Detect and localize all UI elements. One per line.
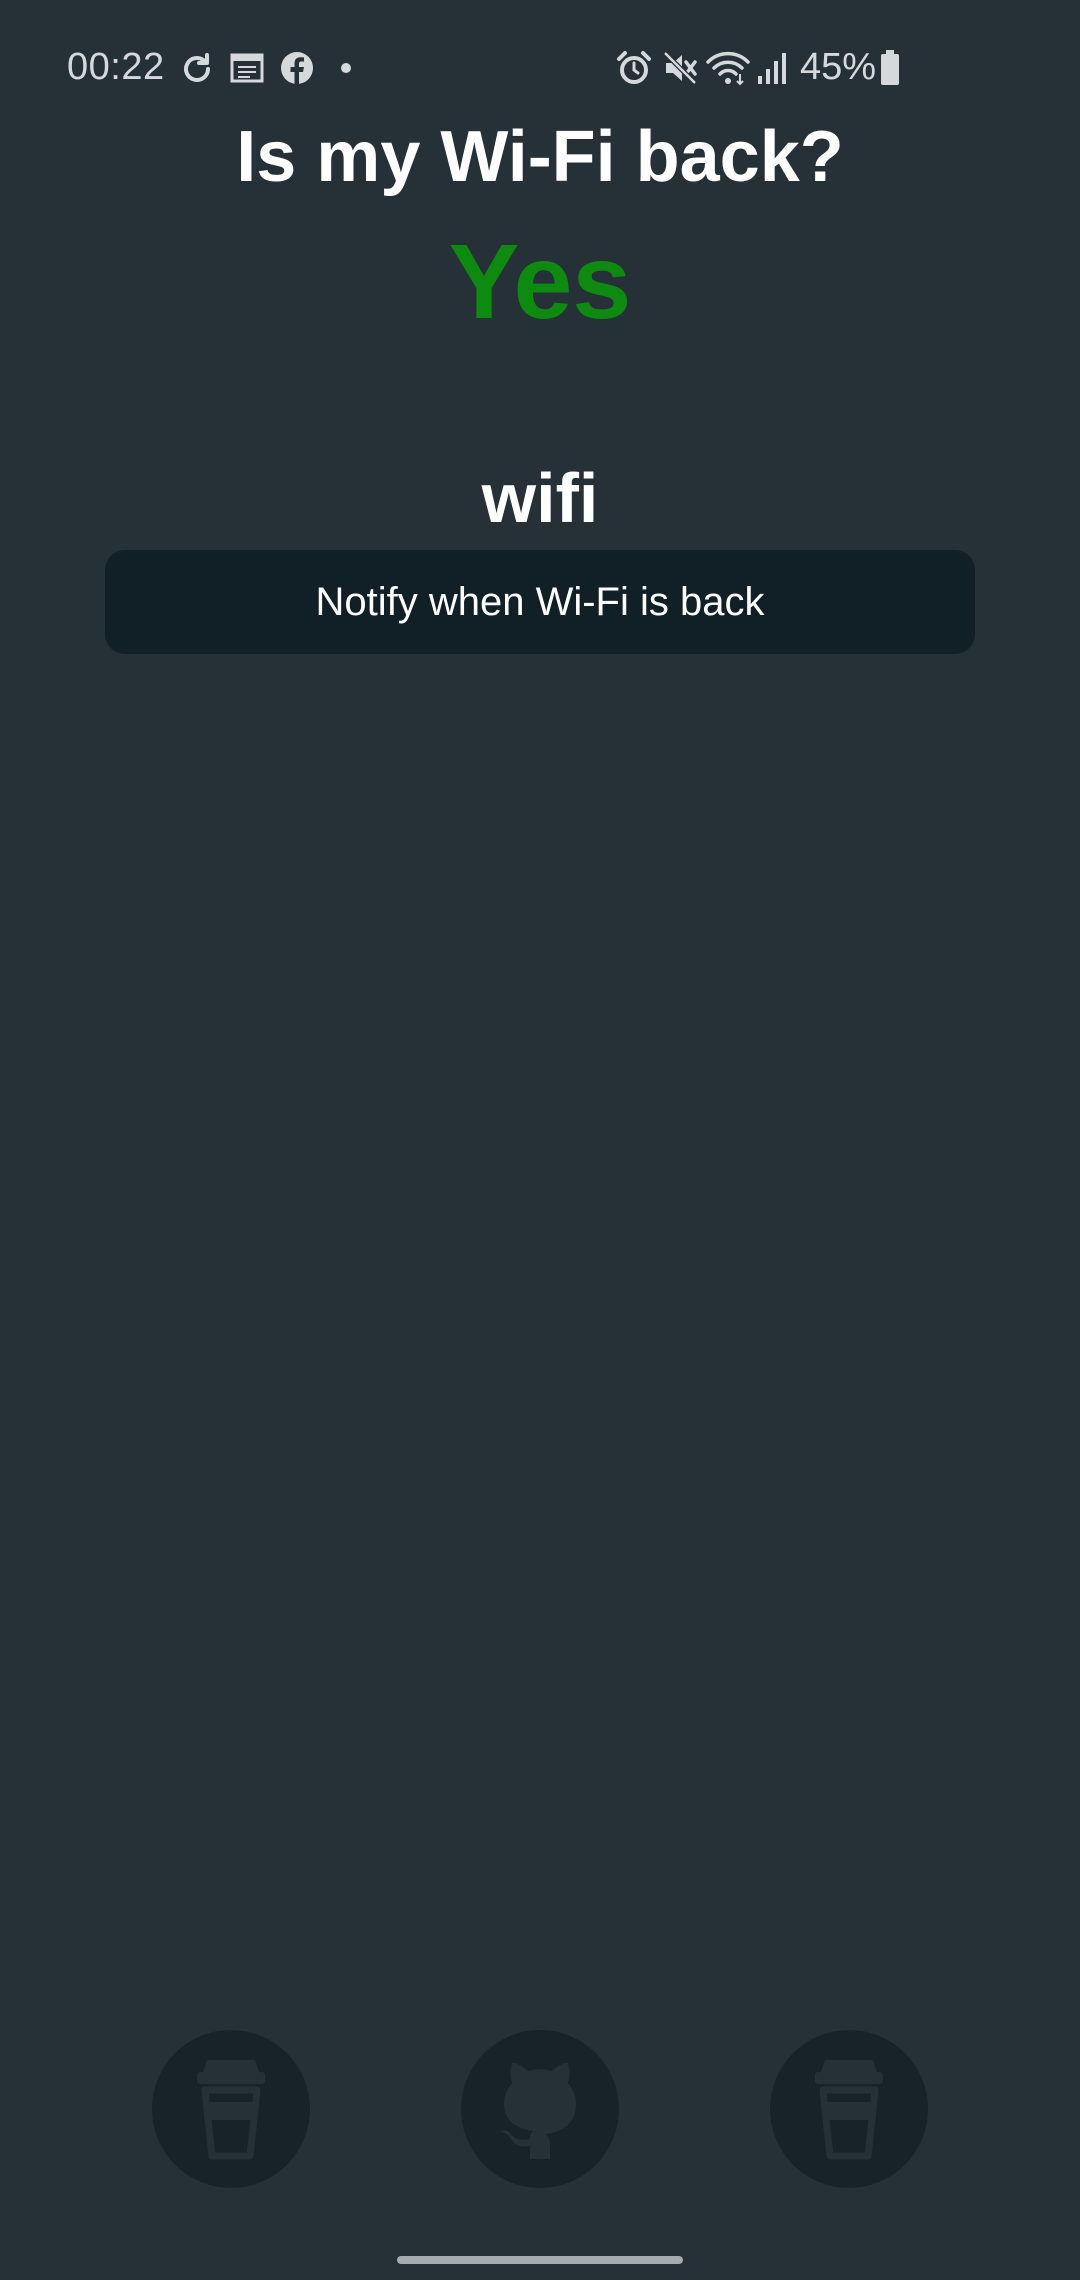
github-icon (501, 2063, 576, 2159)
coffee-button-left[interactable] (152, 2030, 310, 2188)
alarm-icon (617, 51, 651, 84)
signal-icon (758, 53, 786, 84)
dot-icon (341, 63, 351, 73)
mute-icon (663, 51, 697, 85)
calendar-icon (230, 53, 264, 83)
wifi-icon (706, 51, 750, 86)
sync-icon (184, 53, 210, 82)
notify-button-label: Notify when Wi-Fi is back (315, 579, 765, 624)
network-name: wifi (481, 459, 599, 537)
notify-button[interactable]: Notify when Wi-Fi is back (105, 550, 975, 654)
github-button[interactable] (461, 2030, 619, 2188)
coffee-cup-icon (197, 2060, 265, 2160)
battery-icon (881, 50, 899, 85)
coffee-button-right[interactable] (770, 2030, 928, 2188)
status-time: 00:22 (67, 46, 165, 88)
wifi-status-answer: Yes (448, 223, 632, 341)
home-indicator[interactable] (397, 2256, 683, 2264)
coffee-cup-icon (815, 2060, 883, 2160)
app-screen: 00:22 45% Is my Wi-Fi back? Yes wifi Not… (0, 0, 1080, 2280)
facebook-icon (281, 52, 313, 85)
battery-percent: 45% (800, 46, 877, 88)
page-title: Is my Wi-Fi back? (236, 117, 844, 197)
